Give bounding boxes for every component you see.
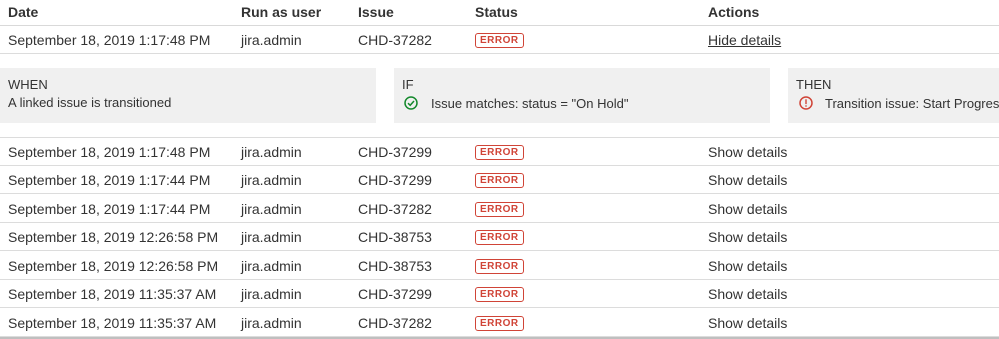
row-issue: CHD-37299 bbox=[358, 286, 432, 302]
show-details-link[interactable]: Show details bbox=[708, 201, 787, 217]
table-row: September 18, 2019 1:17:44 PM jira.admin C… bbox=[0, 166, 999, 194]
row-user: jira.admin bbox=[241, 258, 302, 274]
row-issue: CHD-37299 bbox=[358, 172, 432, 188]
header-run-as-user: Run as user bbox=[241, 4, 322, 20]
if-title: IF bbox=[402, 77, 414, 92]
status-badge: ERROR bbox=[475, 287, 524, 302]
row-date: September 18, 2019 11:35:37 AM bbox=[8, 315, 217, 331]
row-date: September 18, 2019 12:26:58 PM bbox=[8, 258, 219, 274]
row-user: jira.admin bbox=[241, 229, 302, 245]
table-header: Date Run as user Issue Status Actions bbox=[0, 0, 999, 26]
row-date: September 18, 2019 1:17:48 PM bbox=[8, 32, 211, 48]
row-issue: CHD-37299 bbox=[358, 144, 432, 160]
show-details-link[interactable]: Show details bbox=[708, 286, 787, 302]
row-date: September 18, 2019 1:17:44 PM bbox=[8, 201, 211, 217]
when-body: A linked issue is transitioned bbox=[8, 95, 172, 110]
row-date: September 18, 2019 1:17:44 PM bbox=[8, 172, 211, 188]
if-body: Issue matches: status = "On Hold" bbox=[431, 96, 629, 111]
show-details-link[interactable]: Show details bbox=[708, 172, 787, 188]
rule-details-panel: WHEN A linked issue is transitioned IF I… bbox=[0, 54, 999, 138]
row-issue: CHD-38753 bbox=[358, 229, 432, 245]
show-details-link[interactable]: Show details bbox=[708, 144, 787, 160]
row-date: September 18, 2019 1:17:48 PM bbox=[8, 144, 211, 160]
table-row: September 18, 2019 1:17:48 PM jira.admin C… bbox=[0, 138, 999, 166]
table-row: September 18, 2019 1:17:44 PM jira.admin C… bbox=[0, 195, 999, 223]
row-user: jira.admin bbox=[241, 172, 302, 188]
status-badge: ERROR bbox=[475, 173, 524, 188]
row-issue: CHD-38753 bbox=[358, 258, 432, 274]
row-date: September 18, 2019 11:35:37 AM bbox=[8, 286, 217, 302]
header-actions: Actions bbox=[708, 4, 760, 20]
status-badge: ERROR bbox=[475, 202, 524, 217]
header-date: Date bbox=[8, 4, 39, 20]
header-status: Status bbox=[475, 4, 518, 20]
when-title: WHEN bbox=[8, 77, 48, 92]
table-row: September 18, 2019 11:35:37 AM jira.admin… bbox=[0, 280, 999, 308]
status-badge: ERROR bbox=[475, 316, 524, 331]
table-row: September 18, 2019 12:26:58 PM jira.admin… bbox=[0, 223, 999, 251]
status-badge: ERROR bbox=[475, 33, 524, 48]
row-user: jira.admin bbox=[241, 201, 302, 217]
row-user: jira.admin bbox=[241, 315, 302, 331]
row-issue: CHD-37282 bbox=[358, 201, 432, 217]
table-row: September 18, 2019 12:26:58 PM jira.admin… bbox=[0, 252, 999, 280]
then-panel: THEN Transition issue: Start Progress bbox=[788, 68, 999, 123]
hide-details-link[interactable]: Hide details bbox=[708, 32, 781, 48]
row-issue: CHD-37282 bbox=[358, 32, 432, 48]
row-user: jira.admin bbox=[241, 286, 302, 302]
error-circle-icon bbox=[799, 96, 813, 110]
table-row-expanded: September 18, 2019 1:17:48 PM jira.admin… bbox=[0, 26, 999, 54]
if-panel: IF Issue matches: status = "On Hold" bbox=[394, 68, 770, 123]
check-circle-icon bbox=[404, 96, 418, 110]
show-details-link[interactable]: Show details bbox=[708, 315, 787, 331]
then-body: Transition issue: Start Progress bbox=[825, 96, 999, 111]
header-issue: Issue bbox=[358, 4, 394, 20]
then-title: THEN bbox=[796, 77, 832, 92]
table-row: September 18, 2019 11:35:37 AM jira.admin… bbox=[0, 309, 999, 337]
row-user: jira.admin bbox=[241, 144, 302, 160]
show-details-link[interactable]: Show details bbox=[708, 258, 787, 274]
row-user: jira.admin bbox=[241, 32, 302, 48]
status-badge: ERROR bbox=[475, 145, 524, 160]
row-issue: CHD-37282 bbox=[358, 315, 432, 331]
status-badge: ERROR bbox=[475, 230, 524, 245]
show-details-link[interactable]: Show details bbox=[708, 229, 787, 245]
row-date: September 18, 2019 12:26:58 PM bbox=[8, 229, 219, 245]
status-badge: ERROR bbox=[475, 259, 524, 274]
when-panel: WHEN A linked issue is transitioned bbox=[0, 68, 376, 123]
